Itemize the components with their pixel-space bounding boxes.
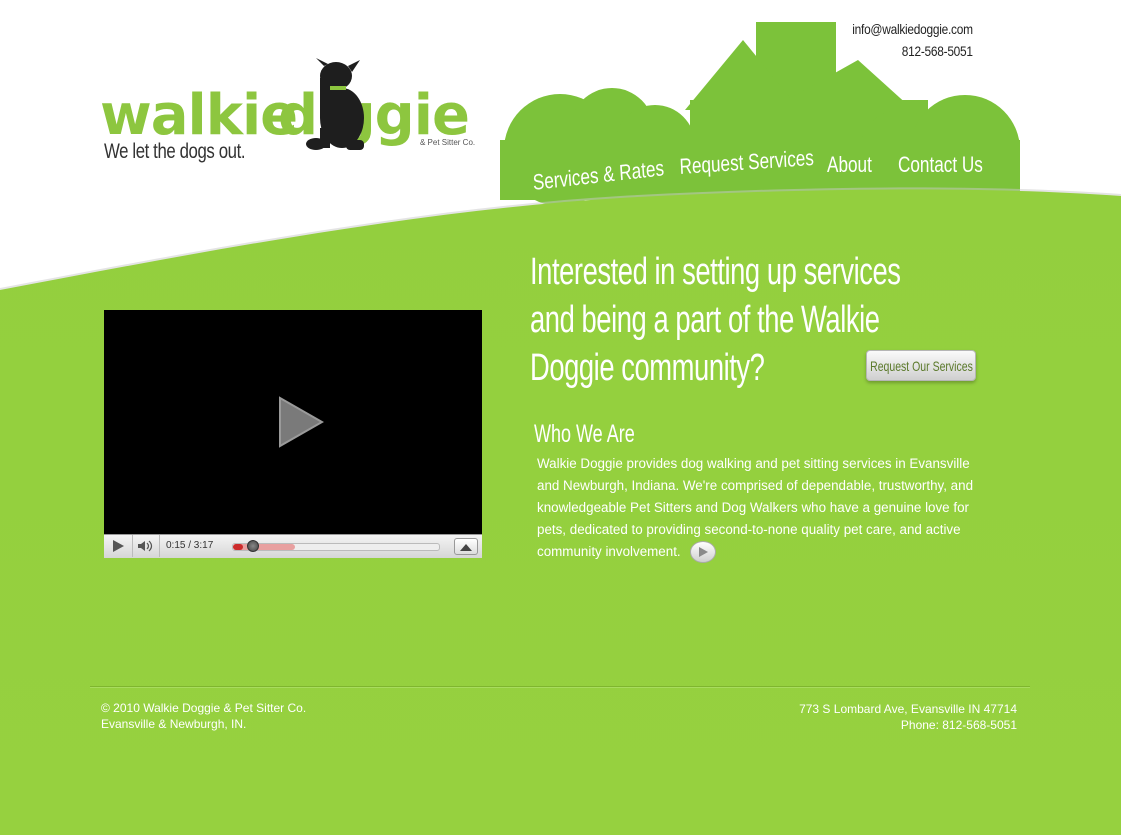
page-headline: Interested in setting up services and be… [530,251,901,389]
video-seek-bar[interactable] [232,540,440,552]
video-screen[interactable] [104,310,482,534]
footer-right: 773 S Lombard Ave, Evansville IN 47714 P… [799,701,1017,733]
who-we-are-title: Who We Are [534,420,635,448]
phone-number: 812-568-5051 [901,43,973,59]
nav-about[interactable]: About [827,152,872,178]
volume-icon [138,540,153,552]
read-more-button[interactable] [690,541,717,564]
logo-word-walkie: walkie [100,83,298,148]
video-controls: 0:15 / 3:17 [104,534,482,558]
video-player[interactable]: 0:15 / 3:17 [104,310,482,558]
who-we-are-section: Walkie Doggie provides dog walking and p… [537,453,987,564]
footer-locations: Evansville & Newburgh, IN. [101,717,247,731]
seek-handle[interactable] [247,540,260,552]
page: info@walkiedoggie.com 812-568-5051 walki… [0,0,1121,835]
footer-phone: Phone: 812-568-5051 [900,718,1017,732]
nav-contact-us[interactable]: Contact Us [898,152,983,178]
large-play-icon[interactable] [278,396,324,448]
footer-left: © 2010 Walkie Doggie & Pet Sitter Co. Ev… [101,700,306,732]
played-bar [233,544,244,550]
footer-address: 773 S Lombard Ave, Evansville IN 47714 [799,702,1017,716]
volume-button[interactable] [133,535,160,557]
play-button[interactable] [104,535,133,557]
footer-copyright: © 2010 Walkie Doggie & Pet Sitter Co. [101,701,307,715]
email-link[interactable]: info@walkiedoggie.com [852,18,973,40]
fullscreen-icon [460,543,472,551]
request-services-label: Request Our Services [869,357,973,374]
header-contact: info@walkiedoggie.com 812-568-5051 [852,18,973,62]
footer-divider [90,686,1030,687]
request-services-button[interactable]: Request Our Services [866,350,976,381]
fullscreen-button[interactable] [454,538,478,555]
logo-subtitle: & Pet Sitter Co. [420,138,476,147]
arrow-right-icon [699,547,709,558]
dog-logo-icon [306,58,364,150]
who-we-are-text: Walkie Doggie provides dog walking and p… [537,456,974,559]
play-icon [113,540,124,552]
video-time: 0:15 / 3:17 [166,540,214,551]
tagline: We let the dogs out. [104,140,246,163]
